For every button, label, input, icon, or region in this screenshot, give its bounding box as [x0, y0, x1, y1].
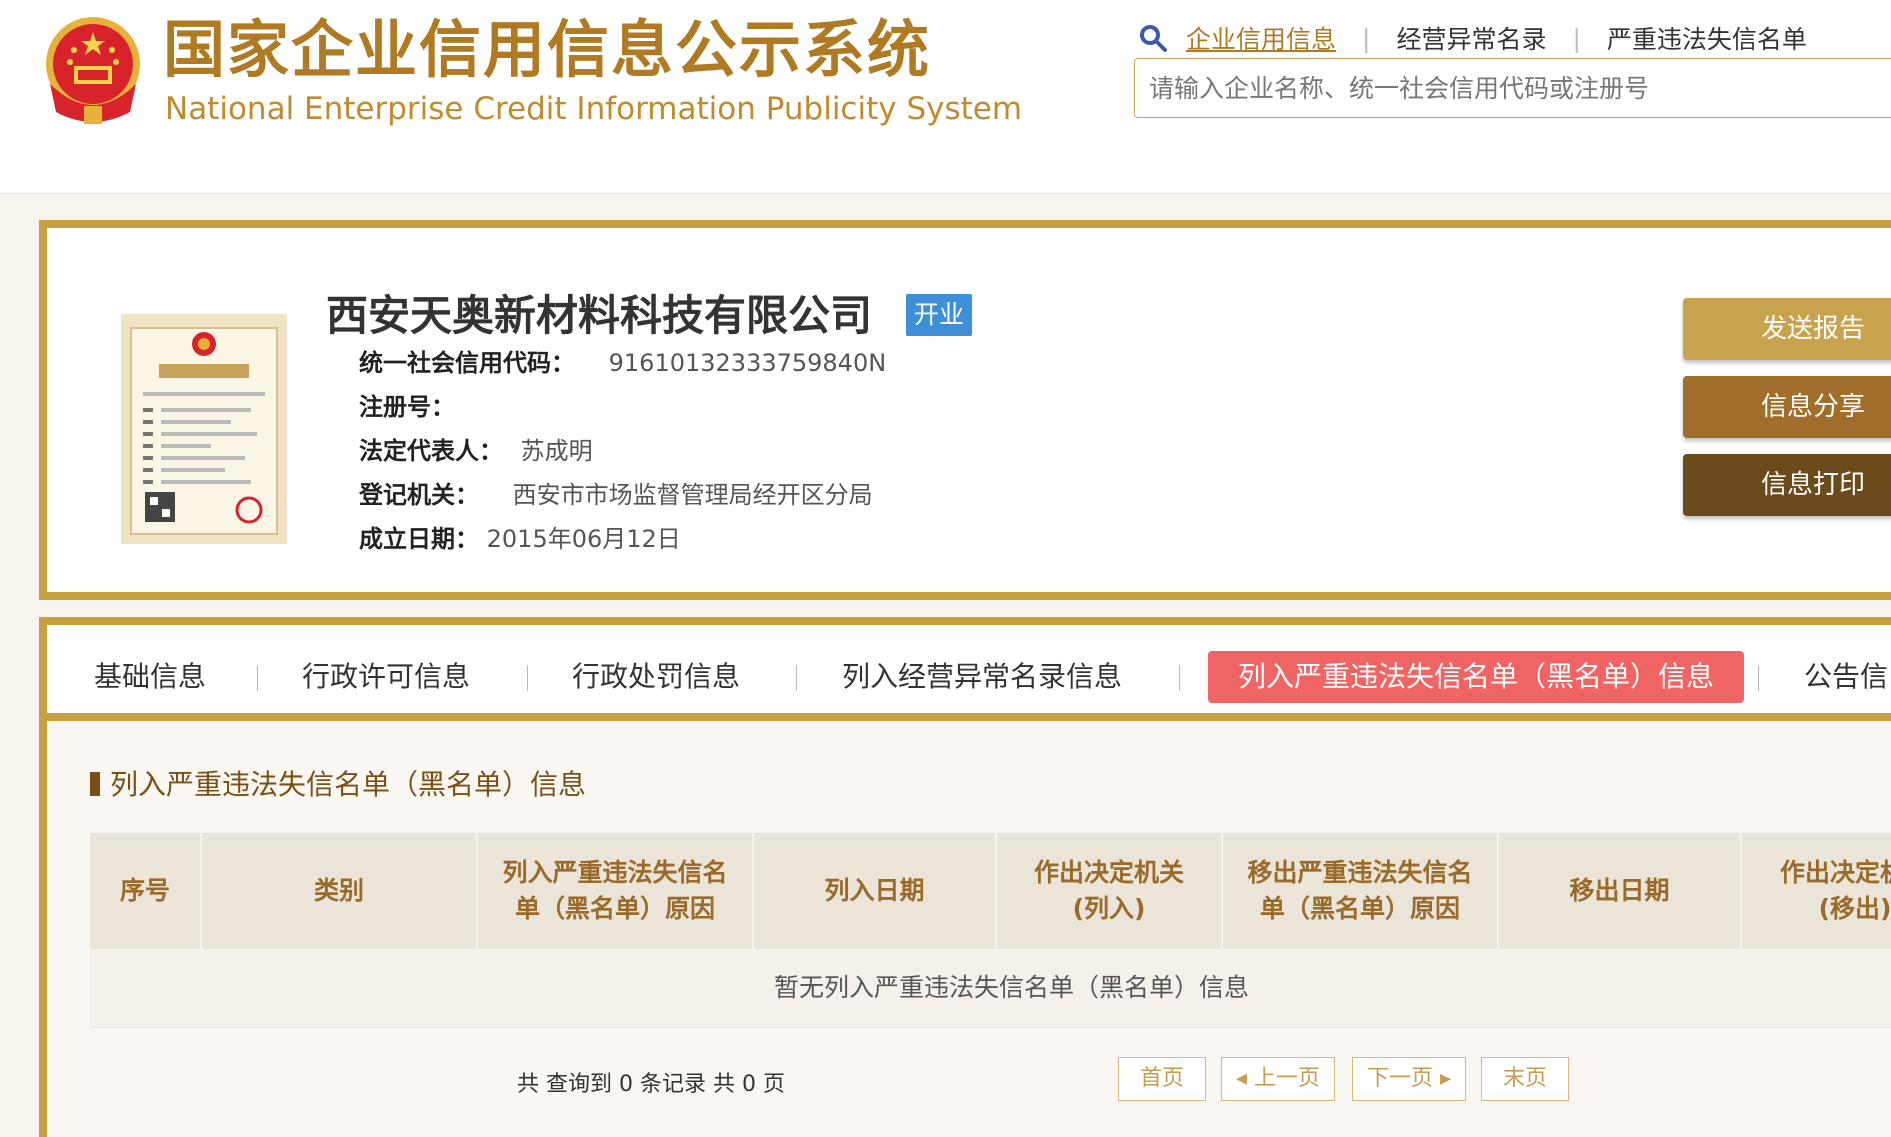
tab-bar: 基础信息 行政许可信息 行政处罚信息 列入经营异常名录信息 列入严重违法失信名单… [47, 625, 1891, 721]
credit-code-label: 统一社会信用代码： [359, 349, 575, 377]
search-icon [1140, 25, 1167, 52]
page-summary: 共 查询到 0 条记录 共 0 页 [517, 1072, 785, 1097]
nav-abnormal-list[interactable]: 经营异常名录 [1396, 20, 1546, 56]
nav-separator: | [1572, 23, 1581, 53]
business-license-icon[interactable] [121, 314, 287, 544]
tab-separator [1179, 665, 1180, 691]
site-title: 国家企业信用信息公示系统 [163, 13, 932, 86]
founded-label: 成立日期： [359, 525, 479, 553]
share-info-button[interactable]: 信息分享 [1683, 376, 1891, 438]
top-nav: 企业信用信息 | 经营异常名录 | 严重违法失信名单 [1138, 20, 1807, 56]
site-header: 国家企业信用信息公示系统 National Enterprise Credit … [0, 0, 1891, 194]
tab-abnormal-list[interactable]: 列入经营异常名录信息 [842, 651, 1122, 703]
section-title: 列入严重违法失信名单（黑名单）信息 [90, 765, 586, 805]
tab-basic-info[interactable]: 基础信息 [94, 651, 206, 703]
reg-no-label: 注册号： [359, 393, 455, 421]
reg-no-row: 注册号： [359, 390, 455, 424]
tab-announcement[interactable]: 公告信 [1804, 651, 1888, 703]
first-page-button[interactable]: 首页 [1118, 1057, 1206, 1101]
last-page-button[interactable]: 末页 [1481, 1057, 1569, 1101]
col-remove-date: 移出日期 [1499, 833, 1742, 949]
print-info-button[interactable]: 信息打印 [1683, 454, 1891, 516]
credit-code-row: 统一社会信用代码： 91610132333759840N [359, 346, 886, 380]
section-title-text: 列入严重违法失信名单（黑名单）信息 [110, 768, 587, 801]
next-page-button[interactable]: 下一页 ▸ [1352, 1057, 1466, 1101]
founded-value: 2015年06月12日 [486, 525, 681, 553]
authority-value: 西安市市场监督管理局经开区分局 [512, 481, 873, 509]
legal-rep-label: 法定代表人： [359, 437, 503, 465]
empty-message: 暂无列入严重违法失信名单（黑名单）信息 [773, 973, 1249, 1002]
tab-separator [527, 665, 528, 691]
tab-separator [257, 665, 258, 691]
search-input[interactable] [1147, 59, 1851, 117]
legal-rep-row: 法定代表人： 苏成明 [359, 434, 593, 468]
col-list-reason: 列入严重违法失信名单（黑名单）原因 [478, 833, 754, 949]
company-name: 西安天奥新材料科技有限公司 [326, 291, 873, 340]
prev-page-button[interactable]: ◂ 上一页 [1221, 1057, 1335, 1101]
tab-admin-penalty[interactable]: 行政处罚信息 [572, 651, 740, 703]
nav-enterprise-credit[interactable]: 企业信用信息 [1186, 20, 1336, 56]
search-box [1134, 58, 1891, 118]
national-emblem-icon [46, 17, 140, 124]
legal-rep-value: 苏成明 [520, 437, 593, 465]
tab-separator [796, 665, 797, 691]
nav-blacklist[interactable]: 严重违法失信名单 [1607, 20, 1807, 56]
status-badge: 开业 [906, 294, 972, 336]
content-panel: 基础信息 行政许可信息 行政处罚信息 列入经营异常名录信息 列入严重违法失信名单… [39, 617, 1891, 1137]
credit-code-value: 91610132333759840N [608, 349, 887, 377]
tab-separator [1758, 665, 1759, 691]
col-index: 序号 [90, 833, 202, 949]
tab-admin-license[interactable]: 行政许可信息 [302, 651, 470, 703]
col-category: 类别 [202, 833, 478, 949]
col-remove-reason: 移出严重违法失信名单（黑名单）原因 [1223, 833, 1499, 949]
nav-separator: | [1362, 23, 1371, 53]
company-card: 西安天奥新材料科技有限公司 开业 统一社会信用代码： 9161013233375… [39, 220, 1891, 600]
empty-row: 暂无列入严重违法失信名单（黑名单）信息 [90, 949, 1891, 1028]
authority-row: 登记机关： 西安市市场监督管理局经开区分局 [359, 478, 873, 512]
authority-label: 登记机关： [359, 481, 479, 509]
site-subtitle: National Enterprise Credit Information P… [165, 91, 1023, 127]
tab-blacklist[interactable]: 列入严重违法失信名单（黑名单）信息 [1208, 651, 1744, 703]
table-header: 序号 类别 列入严重违法失信名单（黑名单）原因 列入日期 作出决定机关(列入) … [90, 833, 1891, 949]
send-report-button[interactable]: 发送报告 [1683, 298, 1891, 360]
founded-row: 成立日期： 2015年06月12日 [359, 522, 681, 556]
col-list-authority: 作出决定机关(列入) [997, 833, 1223, 949]
section-title-marker [90, 772, 100, 796]
col-remove-authority: 作出决定机关(移出) [1779, 858, 1891, 923]
col-list-date: 列入日期 [754, 833, 997, 949]
